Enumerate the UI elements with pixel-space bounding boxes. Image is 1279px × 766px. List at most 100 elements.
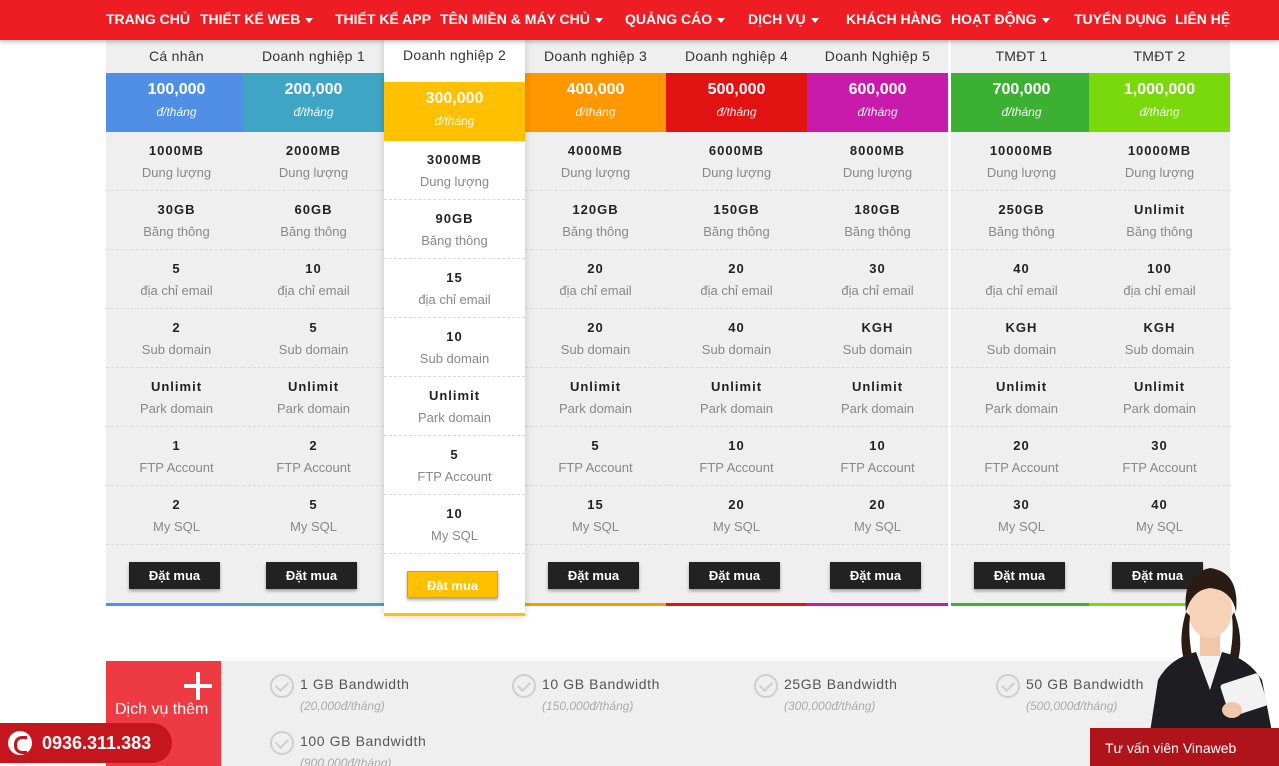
buy-button[interactable]: Đặt mua bbox=[974, 562, 1065, 589]
buy-button[interactable]: Đặt mua bbox=[548, 562, 639, 589]
feature-value: Unlimit bbox=[1133, 202, 1186, 217]
feature-value: 5 bbox=[309, 320, 318, 335]
plan-feature: 5 địa chỉ email bbox=[106, 250, 247, 309]
feature-label: Park domain bbox=[140, 401, 213, 416]
plan-price-box: 100,000 đ/tháng bbox=[106, 73, 247, 132]
feature-label: Dung lượng bbox=[986, 165, 1057, 180]
nav-item-8[interactable]: HOẠT ĐỘNG bbox=[951, 0, 1050, 38]
plan-price: 700,000 bbox=[992, 81, 1051, 98]
feature-label: Dung lượng bbox=[141, 165, 212, 180]
plan-feature: 20 địa chỉ email bbox=[525, 250, 666, 309]
feature-label: Dung lượng bbox=[701, 165, 772, 180]
feature-label: My SQL bbox=[713, 519, 760, 534]
extra-services-title: Dịch vụ thêm bbox=[115, 701, 209, 718]
feature-label: Dung lượng bbox=[842, 165, 913, 180]
feature-value: 20 bbox=[587, 261, 604, 276]
feature-value: 15 bbox=[587, 497, 604, 512]
plan-price: 200,000 bbox=[284, 81, 343, 98]
feature-label: Dung lượng bbox=[560, 165, 631, 180]
feature-label: Sub domain bbox=[278, 342, 349, 357]
chat-consultant-bar[interactable]: Tư vấn viên Vinaweb bbox=[1090, 728, 1279, 766]
feature-label: Sub domain bbox=[986, 342, 1057, 357]
feature-label: My SQL bbox=[998, 519, 1045, 534]
extra-service-price: (900,000đ/tháng) bbox=[300, 756, 392, 766]
feature-label: FTP Account bbox=[984, 460, 1059, 475]
pricing-column: TMĐT 2 1,000,000 đ/tháng 10000MB Dung lượng U… bbox=[1089, 40, 1230, 606]
plan-price-unit: đ/tháng bbox=[156, 105, 197, 119]
plan-feature: 20 FTP Account bbox=[951, 427, 1092, 486]
feature-label: Băng thông bbox=[280, 224, 347, 239]
plan-feature: 120GB Băng thông bbox=[525, 191, 666, 250]
feature-label: Băng thông bbox=[143, 224, 210, 239]
nav-item-5[interactable]: QUẢNG CÁO bbox=[625, 0, 726, 38]
hotline-button[interactable]: 0936.311.383 bbox=[0, 723, 172, 763]
plan-feature: 2 FTP Account bbox=[243, 427, 384, 486]
plan-feature: 2 My SQL bbox=[106, 486, 247, 545]
nav-item-label: TUYỂN DỤNG bbox=[1074, 11, 1167, 27]
feature-value: 8000MB bbox=[849, 143, 906, 158]
nav-item-label: TÊN MIỀN & MÁY CHỦ bbox=[440, 11, 590, 27]
feature-value: Unlimit bbox=[851, 379, 904, 394]
plan-feature: KGH Sub domain bbox=[1089, 309, 1230, 368]
plan-color-bar bbox=[525, 603, 666, 606]
nav-item-7[interactable]: KHÁCH HÀNG bbox=[846, 0, 942, 38]
feature-value: Unlimit bbox=[287, 379, 340, 394]
buy-button[interactable]: Đặt mua bbox=[266, 562, 357, 589]
feature-value: 120GB bbox=[572, 202, 619, 217]
plan-name: Cá nhân bbox=[148, 48, 205, 64]
page: TRANG CHỦ THIẾT KẾ WEB THIẾT KẾ APP TÊN MIỀ… bbox=[0, 0, 1279, 766]
buy-button[interactable]: Đặt mua bbox=[129, 562, 220, 589]
nav-item-6[interactable]: DỊCH VỤ bbox=[748, 0, 819, 38]
plan-feature: 30GB Băng thông bbox=[106, 191, 247, 250]
plan-feature: 250GB Băng thông bbox=[951, 191, 1092, 250]
feature-value: 40 bbox=[728, 320, 745, 335]
feature-value: 20 bbox=[728, 497, 745, 512]
extra-service-name: 10 GB Bandwidth bbox=[542, 676, 660, 692]
feature-label: My SQL bbox=[854, 519, 901, 534]
plan-price: 1,000,000 bbox=[1123, 81, 1196, 98]
plan-feature: 10 FTP Account bbox=[666, 427, 807, 486]
feature-label: Dung lượng bbox=[1124, 165, 1195, 180]
nav-item-label: KHÁCH HÀNG bbox=[846, 11, 942, 27]
top-nav: TRANG CHỦ THIẾT KẾ WEB THIẾT KẾ APP TÊN MIỀ… bbox=[0, 0, 1279, 40]
feature-value: 5 bbox=[450, 447, 459, 462]
plan-feature: KGH Sub domain bbox=[951, 309, 1092, 368]
plan-price-unit: đ/tháng bbox=[1139, 105, 1180, 119]
feature-value: 30GB bbox=[157, 202, 196, 217]
nav-item-1[interactable]: TRANG CHỦ bbox=[106, 0, 190, 38]
feature-label: FTP Account bbox=[558, 460, 633, 475]
feature-value: 30 bbox=[869, 261, 886, 276]
nav-item-2[interactable]: THIẾT KẾ WEB bbox=[200, 0, 314, 38]
feature-value: 10000MB bbox=[1127, 143, 1192, 158]
plan-feature: Unlimit Park domain bbox=[951, 368, 1092, 427]
plan-feature: Unlimit Park domain bbox=[807, 368, 948, 427]
feature-label: Park domain bbox=[418, 410, 491, 425]
feature-label: FTP Account bbox=[139, 460, 214, 475]
plan-price-unit: đ/tháng bbox=[857, 105, 898, 119]
feature-label: Sub domain bbox=[141, 342, 212, 357]
feature-value: 1 bbox=[172, 438, 181, 453]
feature-label: Park domain bbox=[700, 401, 773, 416]
nav-item-4[interactable]: TÊN MIỀN & MÁY CHỦ bbox=[440, 0, 603, 38]
nav-item-3[interactable]: THIẾT KẾ APP bbox=[335, 0, 431, 38]
feature-label: Băng thông bbox=[703, 224, 770, 239]
plan-feature: 20 Sub domain bbox=[525, 309, 666, 368]
feature-value: 40 bbox=[1151, 497, 1168, 512]
feature-value: 5 bbox=[172, 261, 181, 276]
buy-button[interactable]: Đặt mua bbox=[689, 562, 780, 589]
plan-price-unit: đ/tháng bbox=[716, 105, 757, 119]
feature-value: 6000MB bbox=[708, 143, 765, 158]
plan-color-bar bbox=[243, 603, 384, 606]
feature-value: 30 bbox=[1013, 497, 1030, 512]
feature-label: địa chỉ email bbox=[1123, 283, 1196, 298]
nav-item-9[interactable]: TUYỂN DỤNG bbox=[1074, 0, 1167, 38]
buy-button[interactable]: Đặt mua bbox=[830, 562, 921, 589]
caret-down-icon bbox=[305, 17, 314, 23]
feature-value: KGH bbox=[1143, 320, 1176, 335]
buy-button[interactable]: Đặt mua bbox=[407, 571, 498, 598]
feature-value: 30 bbox=[1151, 438, 1168, 453]
plan-feature: 10 My SQL bbox=[384, 495, 525, 554]
feature-value: 60GB bbox=[294, 202, 333, 217]
feature-value: 2 bbox=[172, 497, 181, 512]
nav-item-10[interactable]: LIÊN HỆ bbox=[1175, 0, 1230, 38]
